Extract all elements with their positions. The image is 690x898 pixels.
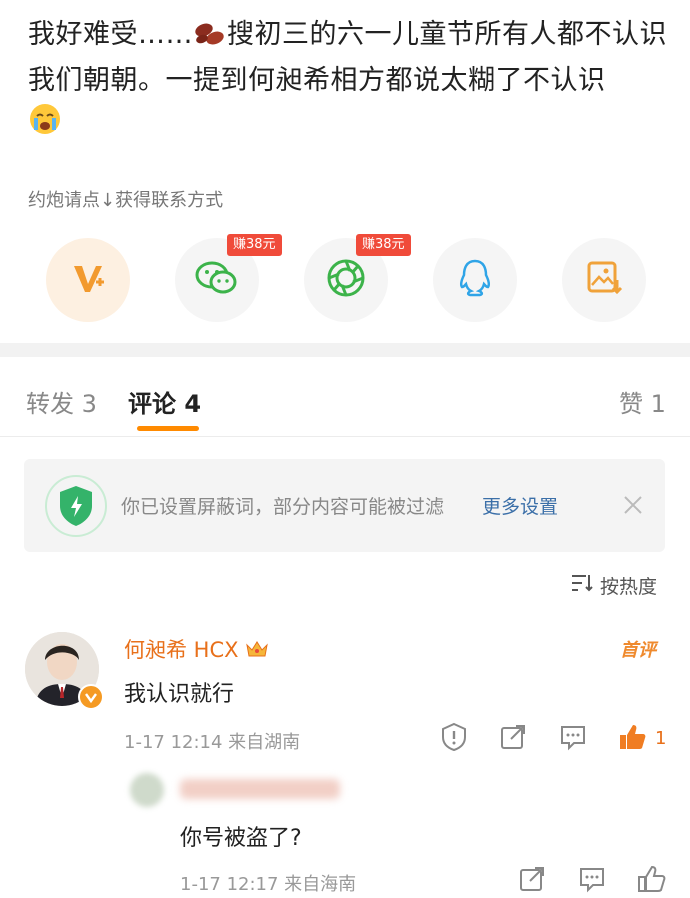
- promo-text[interactable]: 约炮请点↓获得联系方式: [28, 186, 223, 212]
- crown-icon: [245, 638, 269, 662]
- shield-icon: [44, 474, 108, 542]
- reply-repost-icon[interactable]: [518, 864, 546, 898]
- earn-badge-moments: 赚38元: [356, 234, 411, 256]
- tabs-divider: [0, 436, 690, 437]
- reply-like-icon[interactable]: [636, 864, 666, 898]
- sort-icon: [570, 572, 594, 599]
- first-comment-badge: 首评: [620, 640, 656, 661]
- close-icon[interactable]: [622, 494, 644, 520]
- share-vplus-button[interactable]: [46, 238, 130, 322]
- reply-text: 你号被盗了?: [180, 826, 302, 851]
- post-text: 我好难受…… 搜初三的六一儿童节所有人都不认识我们朝朝。一提到何昶希相方都说太糊了…: [28, 14, 668, 149]
- vplus-icon: [68, 258, 108, 302]
- reply-name-redacted: [180, 779, 340, 799]
- moments-icon: [325, 257, 367, 303]
- filter-text: 你已设置屏蔽词，部分内容可能被过滤: [121, 496, 445, 518]
- reply-icon[interactable]: [558, 722, 588, 756]
- earn-badge-wechat: 赚38元: [227, 234, 282, 256]
- tab-repost[interactable]: 转发 3: [26, 384, 97, 419]
- comment-meta: 1-17 12:14 来自湖南: [124, 732, 301, 753]
- report-icon[interactable]: [440, 722, 468, 756]
- save-image-icon: [584, 258, 624, 302]
- crying-emoji-icon: [28, 102, 62, 149]
- more-settings-link[interactable]: 更多设置: [482, 492, 558, 519]
- sort-by-heat-button[interactable]: 按热度: [570, 572, 657, 599]
- like-icon[interactable]: [617, 722, 647, 756]
- section-divider: [0, 343, 690, 357]
- verified-badge-icon: [78, 684, 104, 710]
- tab-comment[interactable]: 评论 4: [128, 384, 201, 419]
- save-image-button[interactable]: [562, 238, 646, 322]
- like-count: 1: [655, 728, 667, 749]
- qq-icon: [457, 257, 493, 303]
- sort-label: 按热度: [600, 576, 658, 598]
- commenter-name[interactable]: 何昶希 HCX: [124, 634, 269, 664]
- comment-text: 我认识就行: [124, 682, 235, 707]
- reply-comment-icon[interactable]: [577, 864, 607, 898]
- reply-meta: 1-17 12:17 来自海南: [180, 874, 357, 895]
- active-tab-indicator: [137, 426, 199, 431]
- wechat-icon: [194, 258, 240, 302]
- commenter-name-text: 何昶希 HCX: [124, 638, 239, 662]
- post-text-part1: 我好难受……: [28, 19, 193, 50]
- reply-avatar[interactable]: [130, 773, 164, 807]
- repost-icon[interactable]: [499, 722, 527, 756]
- beans-emoji-icon: [193, 18, 227, 60]
- tab-like[interactable]: 赞 1: [619, 384, 666, 419]
- share-qq-button[interactable]: [433, 238, 517, 322]
